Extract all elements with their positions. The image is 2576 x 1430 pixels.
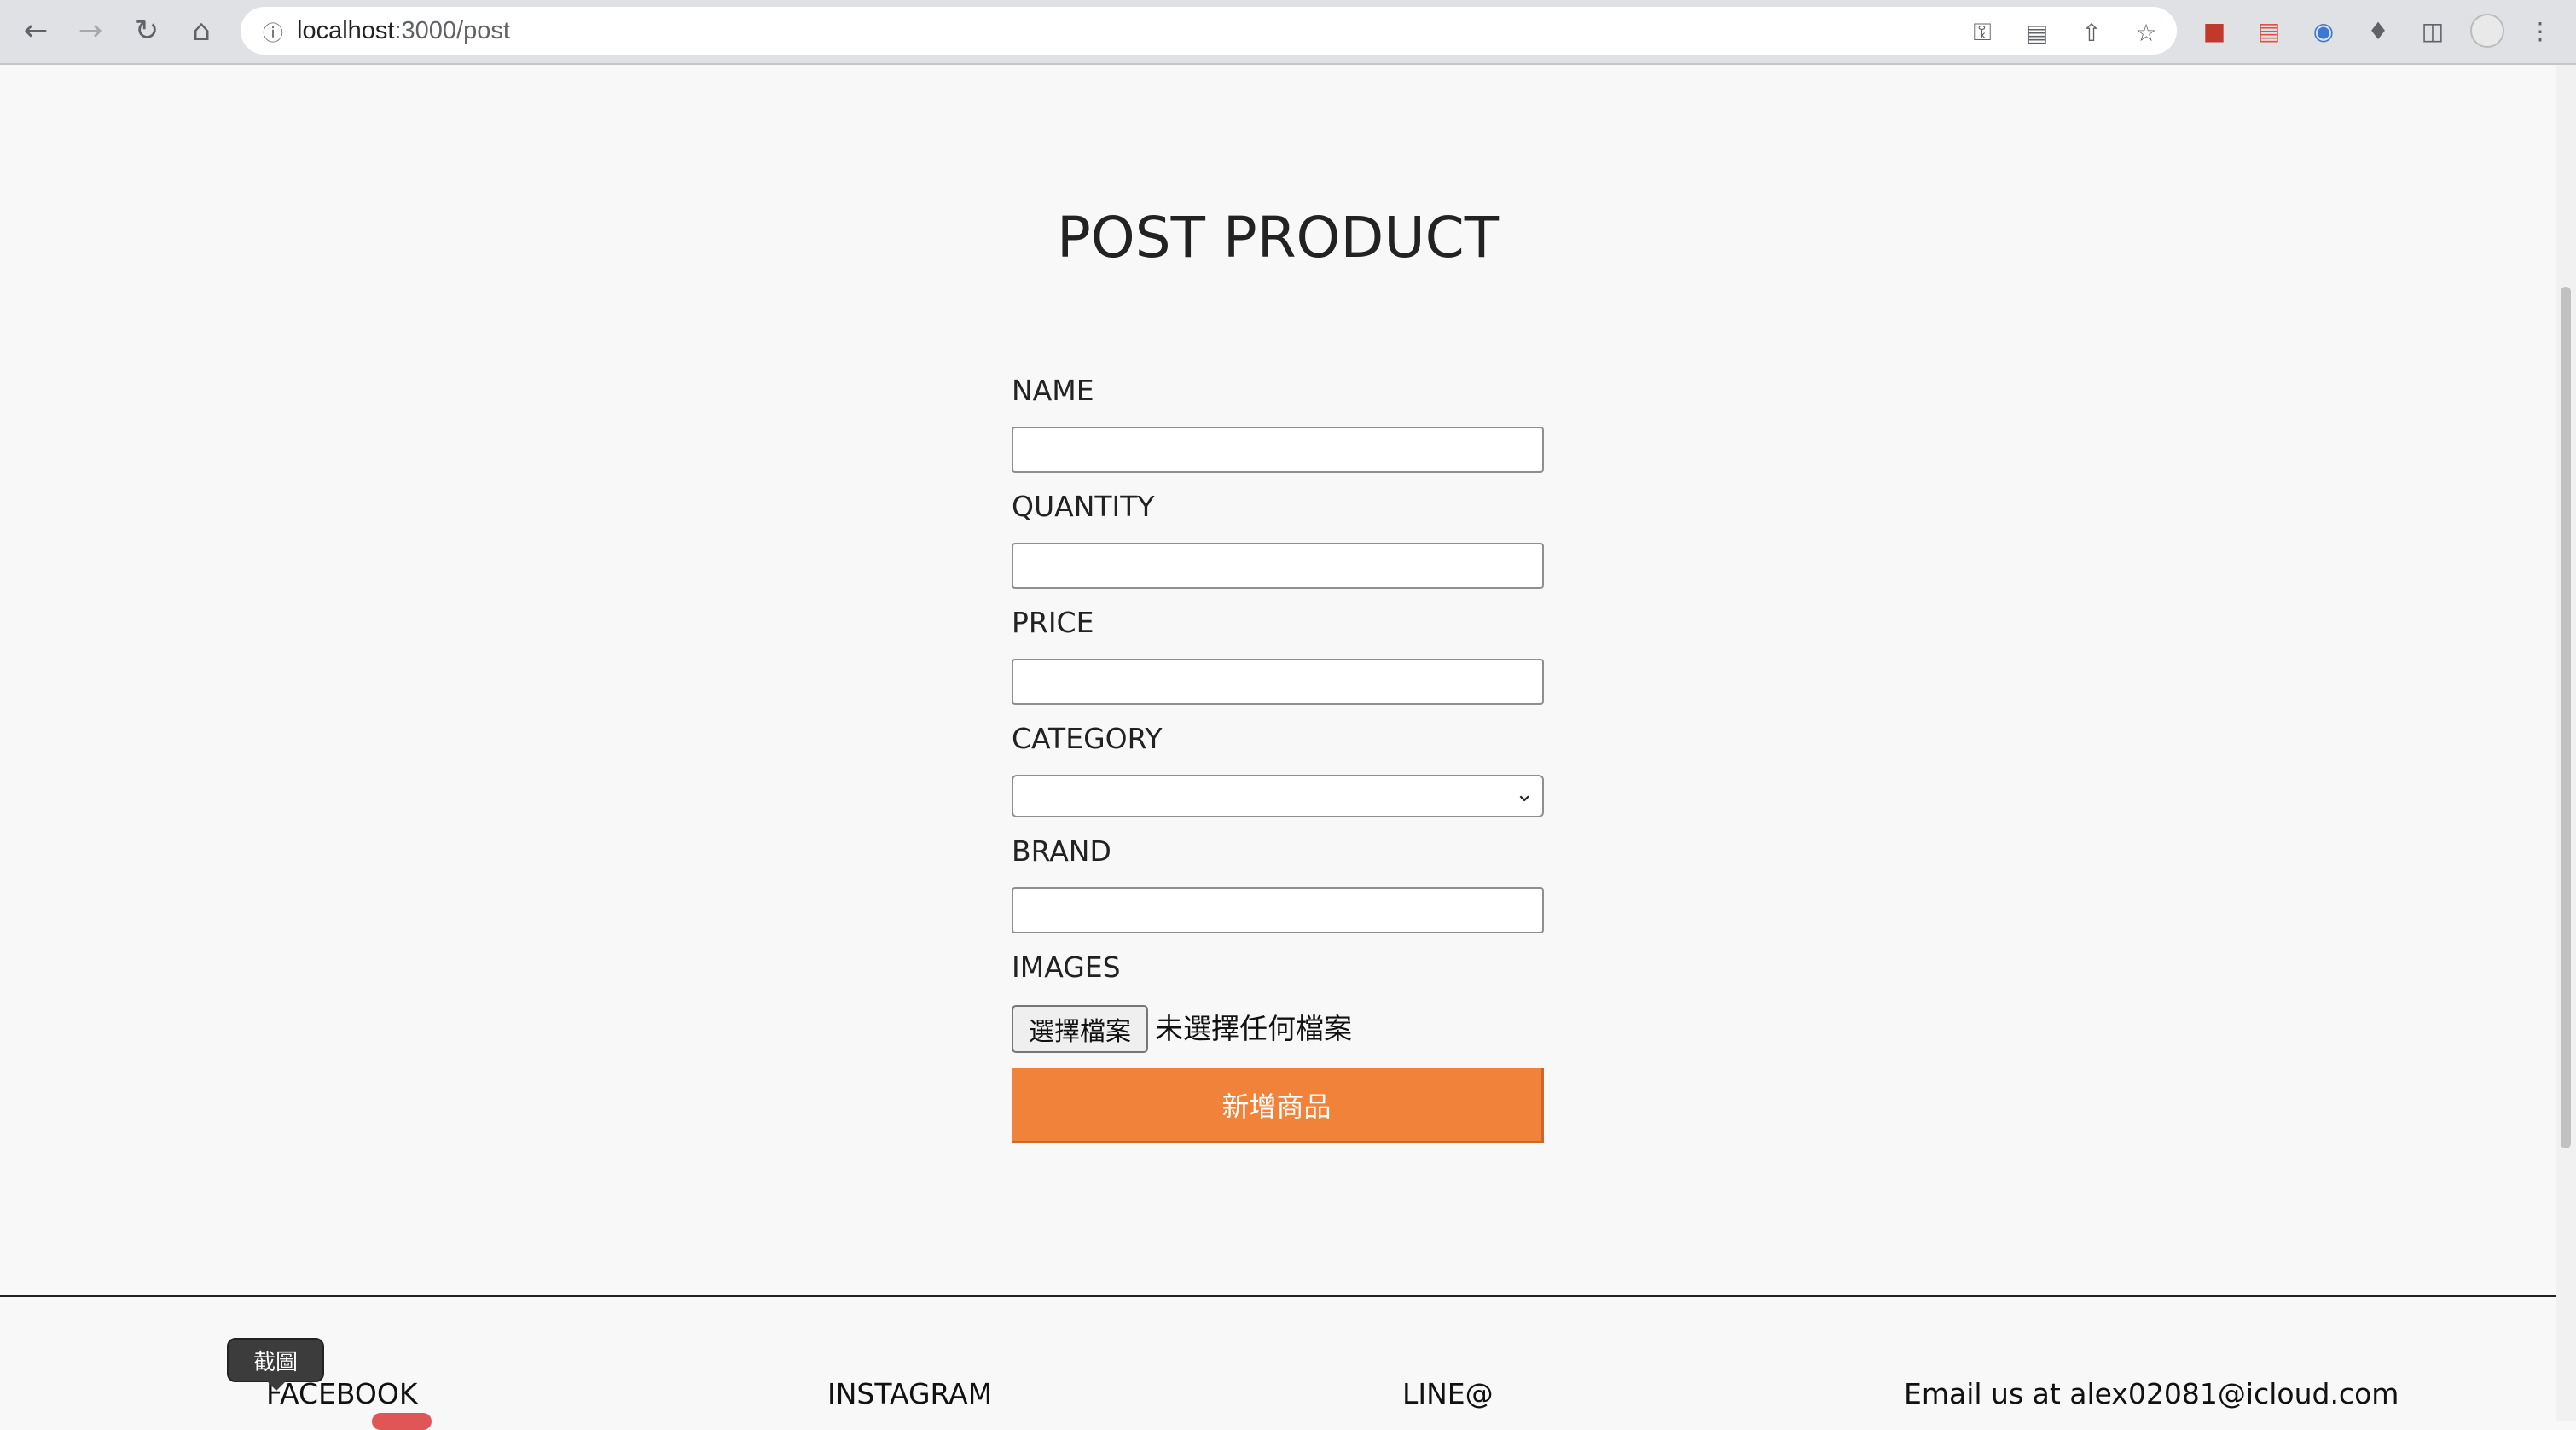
bookmark-star-icon[interactable]: ☆ <box>2131 17 2161 48</box>
footer-line-link[interactable]: LINE@ <box>1402 1377 1494 1410</box>
forward-icon[interactable]: → <box>70 10 111 51</box>
quantity-input[interactable] <box>1012 543 1544 589</box>
file-status-text: 未選擇任何檔案 <box>1155 1012 1352 1045</box>
scrollbar-thumb[interactable] <box>2561 287 2571 1148</box>
footer-email-text[interactable]: Email us at alex02081@icloud.com <box>1904 1377 2399 1410</box>
quantity-label: QUANTITY <box>1012 490 1155 523</box>
price-label: PRICE <box>1012 606 1094 639</box>
share-icon[interactable]: ⇧ <box>2076 17 2107 48</box>
choose-file-button[interactable]: 選擇檔案 <box>1012 1005 1148 1053</box>
translate-icon[interactable]: ▤ <box>2022 17 2052 48</box>
name-label: NAME <box>1012 374 1094 407</box>
back-icon[interactable]: ← <box>15 10 56 51</box>
extension-red-icon[interactable]: ■ <box>2197 14 2231 48</box>
images-label: IMAGES <box>1012 950 1121 984</box>
profile-avatar[interactable] <box>2470 14 2504 48</box>
tooltip-tail <box>266 1381 287 1391</box>
brand-input[interactable] <box>1012 887 1544 933</box>
page-scrollbar[interactable] <box>2556 65 2576 1421</box>
page-title: POST PRODUCT <box>1056 205 1500 270</box>
category-select[interactable]: ⌄ <box>1012 775 1544 817</box>
address-bar[interactable]: ⓘ localhost:3000/post ⚿ ▤ ⇧ ☆ <box>241 7 2177 55</box>
extensions-puzzle-icon[interactable]: ♦ <box>2361 14 2395 48</box>
url-text[interactable]: localhost:3000/post <box>297 15 510 46</box>
url-host: localhost <box>297 17 395 44</box>
chevron-down-icon: ⌄ <box>1515 782 1534 807</box>
floating-widget[interactable] <box>372 1413 432 1430</box>
extension-calendar-icon[interactable]: ▤ <box>2252 14 2286 48</box>
browser-toolbar: ← → ↻ ⌂ ⓘ localhost:3000/post ⚿ ▤ ⇧ ☆ ■ … <box>0 0 2576 65</box>
screenshot-tooltip: 截圖 <box>227 1338 324 1382</box>
price-input[interactable] <box>1012 659 1544 705</box>
category-label: CATEGORY <box>1012 722 1163 755</box>
add-product-button[interactable]: 新增商品 <box>1012 1068 1544 1143</box>
browser-menu-icon[interactable]: ⋮ <box>2523 14 2557 48</box>
url-path: :3000/post <box>394 17 510 44</box>
reload-icon[interactable]: ↻ <box>126 10 167 51</box>
extension-globe-icon[interactable]: ◉ <box>2306 14 2341 48</box>
side-panel-icon[interactable]: ◫ <box>2416 14 2450 48</box>
brand-label: BRAND <box>1012 834 1111 868</box>
key-icon[interactable]: ⚿ <box>1967 17 1998 48</box>
name-input[interactable] <box>1012 427 1544 473</box>
footer-divider <box>0 1295 2556 1297</box>
home-icon[interactable]: ⌂ <box>181 10 222 51</box>
footer-instagram-link[interactable]: INSTAGRAM <box>827 1377 992 1410</box>
site-info-icon[interactable]: ⓘ <box>258 15 288 46</box>
